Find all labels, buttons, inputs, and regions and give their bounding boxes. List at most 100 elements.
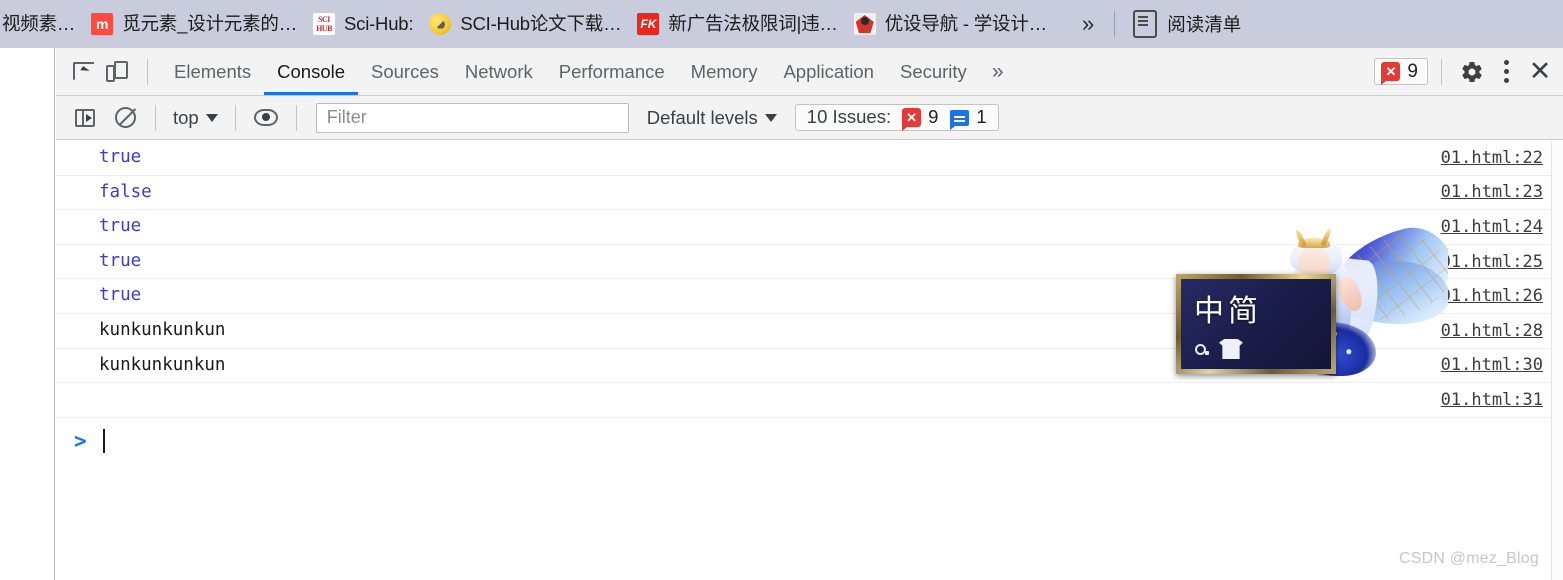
clear-console-button[interactable] [108, 101, 142, 135]
inspect-element-button[interactable] [66, 55, 100, 89]
bookmarks-divider [1114, 11, 1116, 37]
console-filter-toolbar: top Filter Default levels 10 Issues: ✕ 9… [56, 96, 1563, 140]
reading-list-label: 阅读清单 [1167, 14, 1242, 35]
console-prompt[interactable]: > [56, 418, 1563, 466]
bookmarks-overflow-icon[interactable]: » [1072, 13, 1104, 35]
bookmark-item-ad-law[interactable]: FK 新广告法极限词|违… [630, 7, 844, 41]
bookmark-label: 觅元素_设计元素的… [122, 12, 297, 34]
issues-info-count: 1 [976, 106, 987, 128]
tab-console[interactable]: Console [264, 48, 359, 95]
bookmark-label: 视频素… [2, 12, 76, 34]
inspect-element-icon [72, 61, 94, 81]
console-message-text: true [99, 250, 142, 271]
filterbar-divider-3 [295, 104, 297, 131]
console-message-row[interactable]: kunkunkunkun 01.html:28 [56, 314, 1563, 349]
chevron-down-icon [205, 113, 218, 122]
filterbar-divider-1 [155, 104, 156, 131]
tab-memory[interactable]: Memory [678, 48, 771, 95]
console-sidebar-button[interactable] [68, 101, 102, 135]
screenshot-root: 视频素… m 觅元素_设计元素的… SCI HUB Sci-Hub: SCI-Hu… [0, 0, 1563, 580]
clear-console-icon [114, 107, 136, 128]
error-counter-button[interactable]: ✕ 9 [1374, 58, 1428, 85]
console-message-row[interactable]: false 01.html:23 [56, 176, 1563, 211]
error-count: 9 [1407, 61, 1418, 82]
close-icon: ✕ [1528, 56, 1552, 86]
toolbar-right-divider [1441, 58, 1442, 85]
console-message-source-link[interactable]: 01.html:22 [1441, 148, 1543, 168]
console-message-source-link[interactable]: 01.html:24 [1441, 217, 1543, 237]
filterbar-divider-2 [234, 104, 236, 131]
device-toolbar-icon [106, 61, 128, 82]
console-message-source-link[interactable]: 01.html:26 [1441, 286, 1543, 306]
more-tabs-icon[interactable]: » [980, 61, 1016, 82]
prompt-arrow-icon: > [74, 428, 87, 453]
console-message-row[interactable]: true 01.html:26 [56, 279, 1563, 314]
page-content-strip [0, 48, 55, 580]
console-message-text: kunkunkunkun [99, 320, 226, 341]
filter-input[interactable]: Filter [315, 102, 629, 133]
javascript-context-select[interactable]: top [169, 107, 222, 129]
reading-list-button[interactable]: 阅读清单 [1125, 7, 1249, 41]
tab-security[interactable]: Security [887, 48, 980, 95]
console-message-text: false [99, 181, 152, 202]
bookmark-item-scihub[interactable]: SCI HUB Sci-Hub: [306, 7, 420, 41]
reading-list-icon [1133, 10, 1158, 38]
console-scrollbar[interactable] [1551, 141, 1563, 580]
error-badge-icon: ✕ [1381, 62, 1401, 85]
console-message-row[interactable]: true 01.html:24 [56, 210, 1563, 245]
close-devtools-button[interactable]: ✕ [1523, 55, 1557, 89]
devtools-tabbar: Elements Console Sources Network Perform… [56, 48, 1563, 96]
chevron-down-icon [764, 113, 777, 122]
devtools-menu-button[interactable] [1489, 55, 1523, 89]
tab-application[interactable]: Application [770, 48, 887, 95]
live-expression-button[interactable] [249, 101, 283, 135]
mi-icon: m [91, 13, 114, 35]
console-message-row[interactable]: kunkunkunkun 01.html:30 [56, 349, 1563, 384]
bookmark-item-uisdc[interactable]: 优设导航 - 学设计… [847, 7, 1054, 41]
device-toolbar-button[interactable] [100, 55, 134, 89]
issues-error-count: 9 [928, 106, 939, 128]
bookmark-item-scihub-download[interactable]: SCI-Hub论文下载… [422, 7, 628, 41]
bookmark-label: 新广告法极限词|违… [668, 12, 838, 34]
console-message-row[interactable]: 01.html:31 [56, 383, 1563, 418]
bookmark-label: Sci-Hub: [344, 12, 414, 34]
console-message-text: true [99, 216, 142, 237]
issues-error-badge-icon: ✕ [902, 108, 922, 131]
log-levels-select[interactable]: Default levels [647, 107, 777, 129]
console-message-source-link[interactable]: 01.html:23 [1441, 182, 1543, 202]
bookmarks-bar: 视频素… m 觅元素_设计元素的… SCI HUB Sci-Hub: SCI-Hu… [0, 0, 1563, 48]
gear-icon [1462, 61, 1482, 82]
console-message-source-link[interactable]: 01.html:30 [1441, 355, 1543, 375]
bookmark-item-video[interactable]: 视频素… [0, 7, 82, 41]
issues-info-badge-icon [950, 109, 970, 130]
settings-button[interactable] [1455, 55, 1489, 89]
filter-placeholder: Filter [326, 107, 367, 127]
tabbar-divider [147, 58, 148, 85]
log-levels-value: Default levels [646, 106, 758, 128]
fk-icon: FK [637, 13, 660, 35]
text-cursor [102, 429, 105, 454]
ysj-icon [853, 13, 876, 35]
sci-hub-icon: SCI HUB [313, 13, 335, 35]
issues-label: 10 Issues: [806, 106, 892, 128]
console-message-text: true [99, 147, 142, 168]
bookmark-label: SCI-Hub论文下载… [460, 12, 622, 34]
console-message-source-link[interactable]: 01.html:31 [1441, 390, 1543, 410]
console-message-list: true 01.html:22 false 01.html:23 true 01… [56, 141, 1563, 580]
kebab-menu-icon [1503, 60, 1509, 83]
issues-button[interactable]: 10 Issues: ✕ 9 1 [794, 104, 999, 131]
console-message-source-link[interactable]: 01.html:28 [1441, 321, 1543, 341]
console-message-row[interactable]: true 01.html:22 [56, 141, 1563, 176]
tab-performance[interactable]: Performance [546, 48, 678, 95]
bookmark-item-miyuansu[interactable]: m 觅元素_设计元素的… [84, 7, 304, 41]
console-message-text: kunkunkunkun [99, 354, 226, 375]
console-message-row[interactable]: true 01.html:25 [56, 245, 1563, 280]
devtools-panel: Elements Console Sources Network Perform… [56, 48, 1563, 580]
bookmark-label: 优设导航 - 学设计… [884, 12, 1047, 34]
tab-network[interactable]: Network [452, 48, 546, 95]
console-message-source-link[interactable]: 01.html:25 [1441, 252, 1543, 272]
tab-elements[interactable]: Elements [161, 48, 264, 95]
tab-sources[interactable]: Sources [358, 48, 452, 95]
console-sidebar-icon [75, 108, 95, 127]
moon-icon [429, 13, 452, 35]
